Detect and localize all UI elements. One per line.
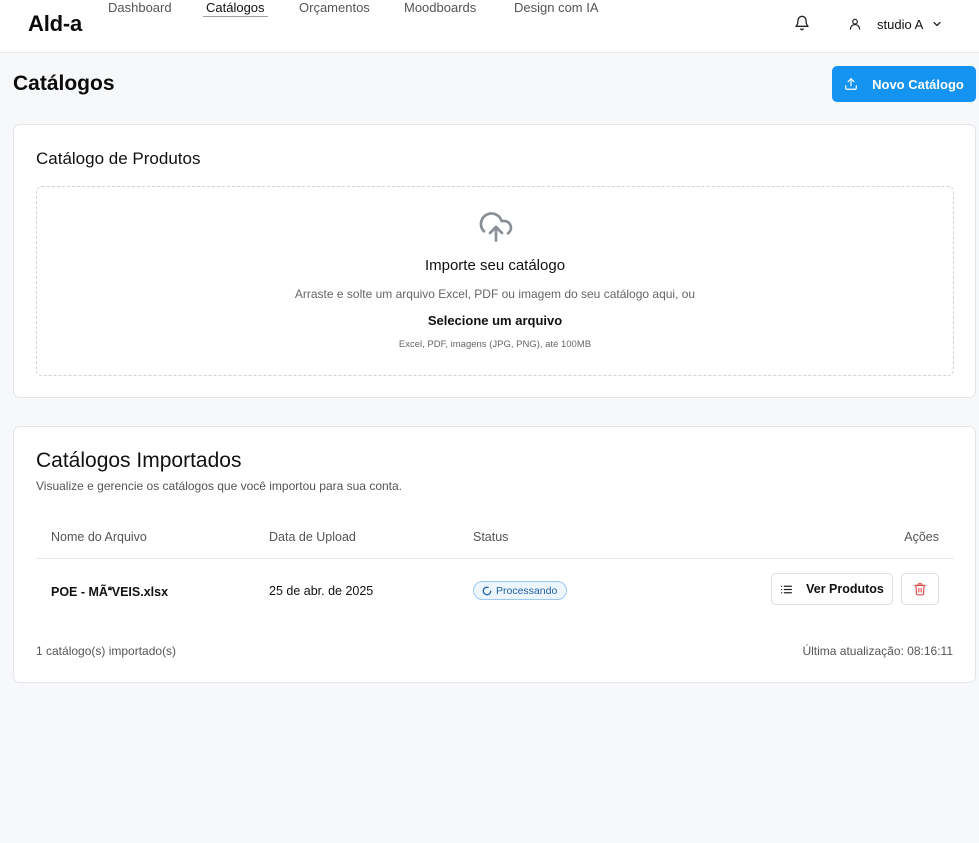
nav-design-com-ia[interactable]: Design com IA	[514, 0, 599, 15]
user-menu[interactable]: studio A	[848, 14, 943, 34]
row-filename: POE - MÃVEIS.xlsx	[51, 585, 169, 599]
dropzone-formats: Excel, PDF, imagens (JPG, PNG), até 100M…	[398, 339, 592, 350]
dropzone-subtitle: Arraste e solte um arquivo Excel, PDF ou…	[294, 287, 696, 301]
chevron-down-icon	[933, 21, 941, 27]
status-label: Processando	[496, 584, 558, 597]
imported-card-description: Visualize e gerencie os catálogos que vo…	[36, 479, 403, 493]
imported-card-title: Catálogos Importados	[36, 449, 242, 472]
column-header-status: Status	[473, 530, 509, 544]
imported-catalogs-card: Catálogos Importados Visualize e gerenci…	[13, 426, 976, 683]
last-updated: Última atualização: 08:16:11	[802, 644, 953, 658]
delete-catalog-button[interactable]	[901, 573, 939, 605]
select-file-link[interactable]: Selecione um arquivo	[37, 313, 953, 328]
file-dropzone[interactable]: Importe seu catálogo Arraste e solte um …	[36, 186, 954, 376]
nav-catalogos[interactable]: Catálogos	[203, 0, 268, 17]
nav-moodboards[interactable]: Moodboards	[404, 0, 476, 15]
table-header-divider	[36, 558, 954, 559]
user-icon	[849, 18, 861, 30]
row-upload-date: 25 de abr. de 2025	[269, 584, 374, 598]
user-name: studio A	[877, 16, 924, 32]
upload-icon	[845, 78, 857, 90]
catalog-count: 1 catálogo(s) importado(s)	[36, 644, 177, 658]
upload-card-title: Catálogo de Produtos	[36, 149, 201, 168]
bell-icon[interactable]	[794, 15, 810, 31]
dropzone-title: Importe seu catálogo	[424, 257, 566, 274]
status-badge: Processando	[473, 581, 568, 600]
upload-card: Catálogo de Produtos Importe seu catálog…	[13, 124, 976, 398]
spinner-icon	[482, 586, 492, 595]
column-header-actions: Ações	[904, 530, 939, 544]
nav-orcamentos[interactable]: Orçamentos	[299, 0, 370, 15]
column-header-filename: Nome do Arquivo	[51, 530, 147, 544]
app-logo[interactable]: Ald-a	[28, 11, 82, 37]
cloud-upload-icon	[479, 212, 513, 242]
nav-dashboard[interactable]: Dashboard	[108, 0, 172, 15]
column-header-upload-date: Data de Upload	[269, 530, 356, 544]
page-title: Catálogos	[13, 72, 115, 95]
list-icon	[781, 585, 793, 593]
new-catalog-label: Novo Catálogo	[872, 76, 964, 92]
view-products-button[interactable]: Ver Produtos	[771, 573, 893, 605]
new-catalog-button[interactable]: Novo Catálogo	[832, 66, 976, 102]
top-navigation-bar: Ald-a Dashboard Catálogos Orçamentos Moo…	[0, 0, 979, 53]
view-products-label: Ver Produtos	[806, 582, 884, 596]
trash-icon	[914, 583, 926, 596]
